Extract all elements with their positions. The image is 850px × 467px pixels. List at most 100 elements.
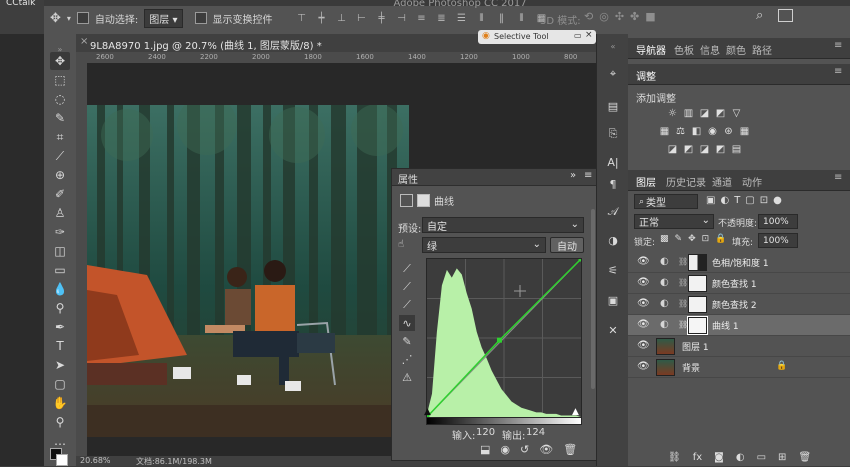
output-value[interactable]: 124 <box>526 427 545 438</box>
curves-icon[interactable]: ◪ <box>698 108 711 119</box>
slide-3d-icon[interactable]: ✤ <box>630 10 639 23</box>
clone-source-icon[interactable]: ⎘ <box>605 126 621 142</box>
drag-3d-icon[interactable]: ✣ <box>615 10 624 23</box>
paragraph-icon[interactable]: ¶ <box>605 176 621 192</box>
tab-swatches[interactable]: 色板 <box>674 42 694 57</box>
layer-mask-thumbnail[interactable] <box>688 275 707 292</box>
distribute-hcenter-icon[interactable]: ‖ <box>495 12 509 24</box>
layer-row[interactable]: 👁 ◐ ⛓ 色相/饱和度 1 <box>628 252 850 273</box>
3d-icon[interactable]: ◑ <box>605 232 621 248</box>
vibrance-icon[interactable]: ▽ <box>730 108 743 119</box>
auto-button[interactable]: 自动 <box>550 237 584 253</box>
tab-history[interactable]: 历史记录 <box>666 174 706 189</box>
levels-icon[interactable]: ▥ <box>682 108 695 119</box>
history-brush-tool-icon[interactable]: ✑ <box>50 223 70 241</box>
align-bottom-icon[interactable]: ⊥ <box>335 12 349 24</box>
photo-filter-icon[interactable]: ◉ <box>706 126 719 137</box>
dodge-tool-icon[interactable]: ⚲ <box>50 299 70 317</box>
chevron-down-icon[interactable]: ▾ <box>67 14 71 23</box>
eraser-tool-icon[interactable]: ◫ <box>50 242 70 260</box>
black-white-icon[interactable]: ◧ <box>690 126 703 137</box>
rotate-3d-icon[interactable]: ⟲ <box>584 10 593 23</box>
distribute-vcenter-icon[interactable]: ≣ <box>435 12 449 24</box>
new-layer-icon[interactable]: ⊞ <box>778 452 786 463</box>
invert-icon[interactable]: ◪ <box>666 144 679 155</box>
toggle-visibility-icon[interactable]: 👁 <box>539 443 553 456</box>
brush-tool-icon[interactable]: ✐ <box>50 185 70 203</box>
input-value[interactable]: 120 <box>476 427 495 438</box>
tab-layers[interactable]: 图层 <box>636 174 656 189</box>
filter-type-icon[interactable]: T <box>734 195 740 206</box>
posterize-icon[interactable]: ◩ <box>682 144 695 155</box>
filter-smart-object-icon[interactable]: ⊡ <box>760 195 768 206</box>
link-layers-icon[interactable]: ⛓ <box>668 452 681 463</box>
delete-adjustment-icon[interactable]: 🗑 <box>563 443 577 456</box>
zoom-level[interactable]: 20.68% <box>80 456 111 465</box>
lasso-tool-icon[interactable]: ◌ <box>50 90 70 108</box>
clone-stamp-tool-icon[interactable]: ♙ <box>50 204 70 222</box>
quick-select-tool-icon[interactable]: ✎ <box>50 109 70 127</box>
lock-icon[interactable]: 🔒 <box>776 361 787 371</box>
healing-brush-tool-icon[interactable]: ⊕ <box>50 166 70 184</box>
draw-curve-pencil-icon[interactable]: ✎ <box>399 333 415 349</box>
background-color-swatch[interactable] <box>56 454 68 466</box>
hue-saturation-icon[interactable]: ▦ <box>658 126 671 137</box>
layer-comps-icon[interactable]: ▣ <box>605 292 621 308</box>
new-group-icon[interactable]: ▭ <box>757 452 766 463</box>
pen-tool-icon[interactable]: ✒ <box>50 318 70 336</box>
tab-color[interactable]: 颜色 <box>726 42 746 57</box>
tab-channels[interactable]: 通道 <box>712 174 732 189</box>
layer-row[interactable]: 👁 图层 1 <box>628 336 850 357</box>
align-top-icon[interactable]: ⊤ <box>295 12 309 24</box>
path-select-tool-icon[interactable]: ➤ <box>50 356 70 374</box>
link-icon[interactable]: ⛓ <box>678 299 688 308</box>
selective-tool-window[interactable]: ◉ Selective Tool ▭ × <box>478 30 596 44</box>
workspace-icon[interactable] <box>778 9 793 22</box>
type-tool-icon[interactable]: T <box>50 337 70 355</box>
close-icon[interactable]: × <box>585 30 593 40</box>
adjustments-title[interactable]: 调整 <box>636 68 656 83</box>
layer-row[interactable]: 👁 ◐ ⛓ 颜色查找 2 <box>628 294 850 315</box>
crop-tool-icon[interactable]: ⌗ <box>50 128 70 146</box>
layer-mask-thumbnail[interactable] <box>688 254 707 271</box>
add-mask-icon[interactable]: ◙ <box>714 452 724 463</box>
rectangle-tool-icon[interactable]: ▢ <box>50 375 70 393</box>
distribute-right-icon[interactable]: ⫴ <box>515 12 529 24</box>
distribute-left-icon[interactable]: ⦀ <box>475 12 489 24</box>
new-adjustment-icon[interactable]: ◐ <box>736 452 745 463</box>
delete-layer-icon[interactable]: 🗑 <box>798 452 811 463</box>
opacity-field[interactable]: 100% <box>758 214 798 229</box>
layer-row-selected[interactable]: 👁 ◐ ⛓ 曲线 1 <box>628 315 850 336</box>
layer-row[interactable]: 👁 背景 🔒 <box>628 357 850 378</box>
window-restore-icon[interactable]: ▭ <box>574 31 582 40</box>
lock-artboard-icon[interactable]: ⊡ <box>702 234 710 244</box>
layer-thumbnail[interactable] <box>656 359 675 376</box>
eye-icon[interactable]: 👁 <box>637 319 650 330</box>
lock-transparent-icon[interactable]: ▩ <box>660 234 669 244</box>
targeted-adjust-icon[interactable]: ☝ <box>398 239 404 250</box>
auto-select-checkbox[interactable] <box>76 12 89 24</box>
link-icon[interactable]: ⛓ <box>678 257 688 266</box>
curve-graph[interactable] <box>424 256 584 420</box>
eye-icon[interactable]: 👁 <box>637 256 650 267</box>
curve-control-point[interactable] <box>578 256 584 262</box>
align-hcenter-icon[interactable]: ╪ <box>375 12 389 24</box>
distribute-bottom-icon[interactable]: ☰ <box>455 12 469 24</box>
tool-presets-icon[interactable]: ▤ <box>605 98 621 114</box>
curve-control-point[interactable] <box>496 337 502 343</box>
white-point-slider-icon[interactable]: ▲ <box>572 407 579 417</box>
collapse-icon[interactable]: » <box>570 170 576 181</box>
blur-tool-icon[interactable]: 💧 <box>50 280 70 298</box>
lock-all-icon[interactable]: 🔒 <box>715 234 726 244</box>
view-previous-state-icon[interactable]: ◉ <box>500 443 510 456</box>
tab-navigator[interactable]: 导航器 <box>636 42 666 57</box>
color-lookup-icon[interactable]: ▦ <box>738 126 751 137</box>
fill-field[interactable]: 100% <box>758 233 798 248</box>
exposure-icon[interactable]: ◩ <box>714 108 727 119</box>
close-tab-icon[interactable]: × <box>80 36 88 47</box>
filter-adjustment-icon[interactable]: ◐ <box>720 195 729 206</box>
layer-style-icon[interactable]: fx <box>693 452 702 463</box>
panel-menu-icon[interactable]: ≡ <box>834 66 842 77</box>
edit-points-curve-icon[interactable]: ∿ <box>399 315 415 331</box>
lock-position-icon[interactable]: ✥ <box>688 234 696 244</box>
